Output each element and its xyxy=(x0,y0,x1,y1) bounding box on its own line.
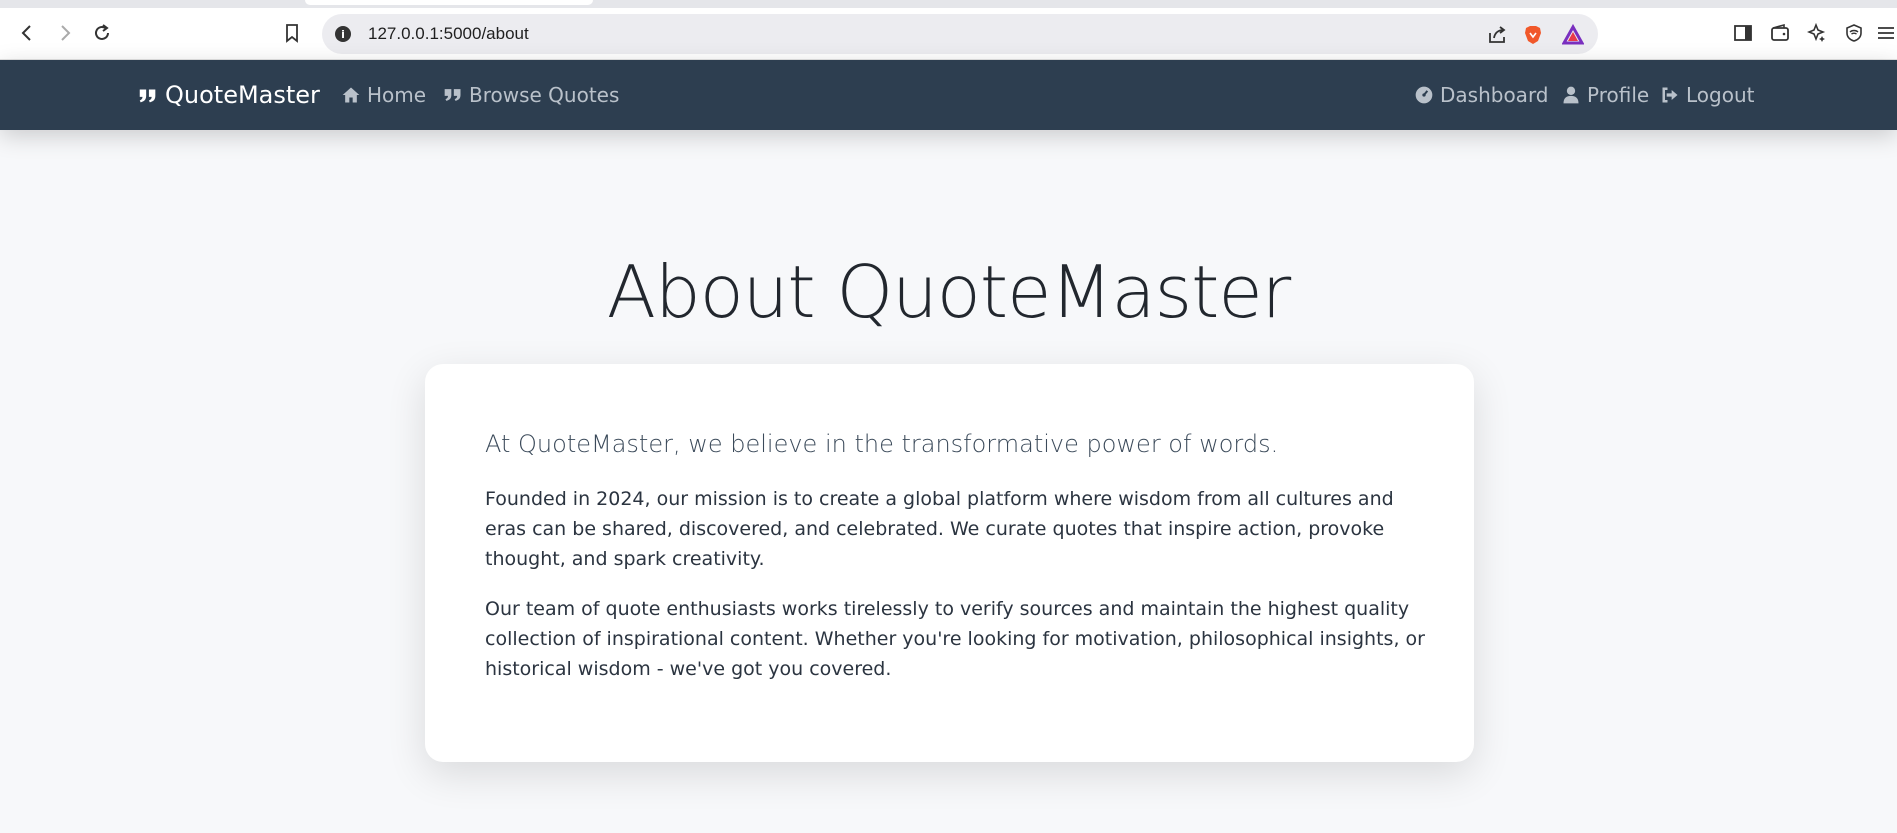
sidebar-icon[interactable] xyxy=(1730,20,1756,46)
nav-dashboard[interactable]: Dashboard xyxy=(1414,60,1549,130)
quote-left-icon xyxy=(139,89,156,103)
mission-paragraph: Founded in 2024, our mission is to creat… xyxy=(485,488,1394,570)
lead-text: At QuoteMaster, we believe in the transf… xyxy=(485,430,1279,458)
nav-home-label: Home xyxy=(367,83,427,107)
user-icon xyxy=(1563,86,1579,104)
browser-toolbar: i 127.0.0.1:5000/about xyxy=(0,8,1897,60)
menu-icon[interactable] xyxy=(1876,20,1897,46)
home-icon xyxy=(342,87,360,103)
url-text[interactable]: 127.0.0.1:5000/about xyxy=(368,24,529,44)
site-info-icon[interactable]: i xyxy=(335,26,351,42)
page-title: About QuoteMaster xyxy=(606,250,1292,334)
reload-icon[interactable] xyxy=(89,20,115,46)
brave-lion-icon[interactable] xyxy=(1522,24,1544,46)
nav-logout[interactable]: Logout xyxy=(1660,60,1754,130)
vpn-shield-icon[interactable] xyxy=(1841,20,1867,46)
nav-logout-label: Logout xyxy=(1686,83,1755,107)
brand-link[interactable]: QuoteMaster xyxy=(137,60,320,130)
tab-strip xyxy=(0,0,1897,8)
about-card: At QuoteMaster, we believe in the transf… xyxy=(425,364,1474,762)
nav-profile[interactable]: Profile xyxy=(1561,60,1649,130)
back-arrow-icon[interactable] xyxy=(14,20,40,46)
nav-browse-quotes[interactable]: Browse Quotes xyxy=(443,60,619,130)
quote-right-icon xyxy=(444,89,461,101)
address-bar[interactable]: i 127.0.0.1:5000/about xyxy=(322,14,1598,54)
bookmark-icon[interactable] xyxy=(279,20,305,46)
nav-home[interactable]: Home xyxy=(341,60,426,130)
nav-browse-label: Browse Quotes xyxy=(469,83,620,107)
brand-name: QuoteMaster xyxy=(165,81,320,109)
nav-profile-label: Profile xyxy=(1587,83,1650,107)
wallet-icon[interactable] xyxy=(1767,20,1793,46)
leo-ai-icon[interactable] xyxy=(1804,20,1830,46)
team-paragraph: Our team of quote enthusiasts works tire… xyxy=(485,598,1425,680)
dashboard-gauge-icon xyxy=(1415,86,1433,104)
brave-rewards-triangle-icon[interactable] xyxy=(1562,24,1584,46)
share-icon[interactable] xyxy=(1486,24,1508,46)
active-tab[interactable] xyxy=(305,0,593,5)
nav-dashboard-label: Dashboard xyxy=(1440,83,1549,107)
sign-out-icon xyxy=(1662,87,1678,103)
forward-arrow-icon[interactable] xyxy=(52,20,78,46)
site-navbar: QuoteMaster Home Browse Quotes Dashboard… xyxy=(0,60,1897,130)
